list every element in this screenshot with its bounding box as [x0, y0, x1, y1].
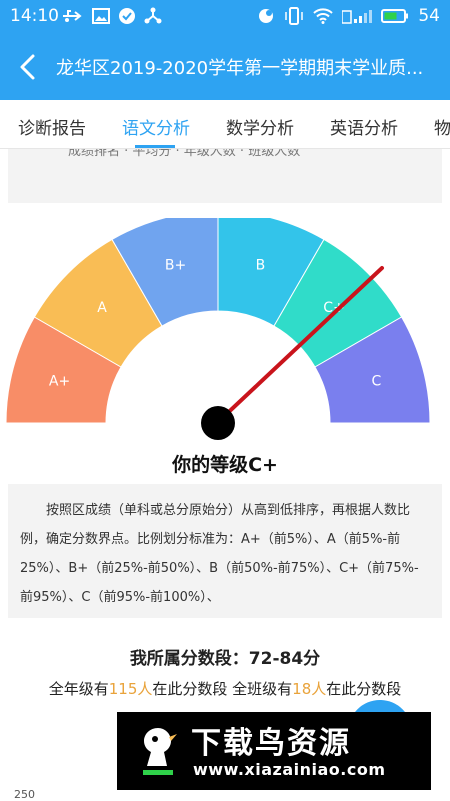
page-title: 龙华区2019-2020学年第一学期期末学业质...	[56, 58, 424, 79]
active-tab-indicator	[135, 145, 175, 148]
battery-level: 54	[418, 6, 440, 26]
chart-axis-tick: 250	[14, 788, 35, 801]
grading-description: 按照区成绩（单科或总分原始分）从高到低排序，再根据人数比例，确定分数界点。比例划…	[8, 484, 442, 618]
tab-chinese-analysis[interactable]: 语文分析	[122, 114, 190, 139]
tab-physics-analysis[interactable]: 物	[434, 114, 450, 139]
status-time: 14:10	[10, 6, 59, 26]
tab-math-analysis[interactable]: 数学分析	[226, 114, 294, 139]
gauge-label-a-plus: A+	[49, 374, 70, 390]
grade-count: 115人	[108, 680, 153, 698]
vibrate-icon	[285, 7, 304, 25]
check-circle-icon	[119, 8, 135, 24]
gauge-pivot	[201, 406, 235, 440]
tab-english-analysis[interactable]: 英语分析	[330, 114, 398, 139]
gauge-label-c: C	[372, 374, 382, 390]
status-bar: 14:10 54	[0, 0, 450, 34]
score-summary-card: 成绩排名 · 平均分 · 年级人数 · 班级人数	[8, 149, 442, 203]
usb-icon	[63, 10, 82, 22]
clipped-summary-text: 成绩排名 · 平均分 · 年级人数 · 班级人数	[68, 149, 301, 159]
grade-result: 你的等级C+	[172, 454, 278, 476]
gauge-label-b-plus: B+	[165, 258, 186, 274]
notification-icon	[259, 9, 274, 23]
bird-logo-icon	[143, 728, 177, 775]
watermark-banner: 下载鸟资源 www.xiazainiao.com	[117, 712, 431, 790]
tab-diagnosis-report[interactable]: 诊断报告	[18, 114, 86, 139]
grade-prefix: 全年级有	[48, 680, 109, 698]
grade-suffix: 在此分数段 全班级有	[152, 680, 293, 698]
wifi-icon	[313, 8, 334, 24]
grade-gauge: A+AB+ BC+C	[5, 218, 431, 440]
class-count: 18人	[292, 680, 327, 698]
image-icon	[92, 8, 110, 24]
app-bar: 龙华区2019-2020学年第一学期期末学业质...	[0, 34, 450, 100]
sim-signal-icon	[342, 10, 373, 24]
gauge-label-b: B	[256, 258, 266, 274]
share-icon	[144, 7, 162, 24]
watermark-title: 下载鸟资源	[191, 726, 351, 761]
status-left-icons	[62, 7, 162, 25]
battery-icon	[381, 9, 409, 23]
class-suffix: 在此分数段	[326, 680, 402, 698]
subject-tabs: 诊断报告 语文分析 数学分析 英语分析 物	[0, 100, 450, 149]
score-segment-stats: 全年级有115人在此分数段 全班级有18人在此分数段	[0, 678, 450, 699]
watermark-url: www.xiazainiao.com	[193, 760, 386, 779]
back-arrow-icon[interactable]	[14, 52, 44, 82]
score-segment-title: 我所属分数段：72-84分	[129, 649, 321, 669]
status-right-icons: 54	[257, 6, 440, 26]
gauge-label-a: A	[97, 300, 107, 316]
